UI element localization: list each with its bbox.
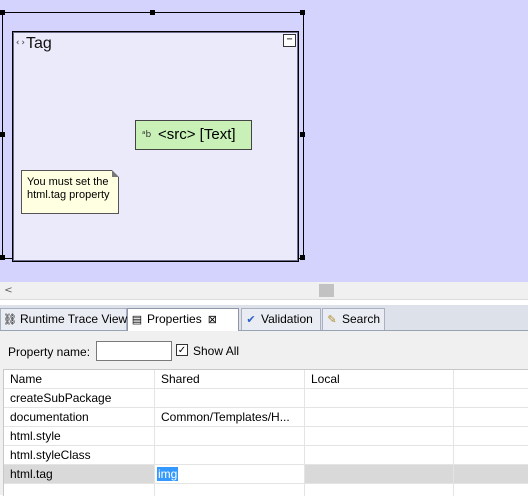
- resize-handle-se[interactable]: [300, 255, 305, 260]
- src-text-element[interactable]: ᵃb <src> [Text]: [135, 120, 252, 150]
- row-shared-cell-editing[interactable]: img: [155, 465, 305, 484]
- collapse-button[interactable]: −: [283, 34, 296, 47]
- scroll-left-arrow-icon[interactable]: <: [0, 282, 17, 299]
- tab-properties-label: Properties: [147, 312, 202, 326]
- row-shared-cell[interactable]: [155, 427, 305, 446]
- row-local-cell[interactable]: [305, 446, 454, 465]
- row-extra-cell: [454, 465, 528, 484]
- row-extra-cell: [454, 484, 528, 496]
- column-header-shared[interactable]: Shared: [155, 370, 305, 389]
- row-extra-cell: [454, 408, 528, 427]
- note-line-2: html.tag property: [27, 189, 110, 201]
- shared-value-editor[interactable]: img: [157, 467, 179, 481]
- row-name-cell[interactable]: html.styleClass: [4, 446, 155, 465]
- warning-note[interactable]: You must set the html.tag property: [21, 170, 119, 214]
- row-shared-cell[interactable]: [155, 446, 305, 465]
- row-extra-cell: [454, 389, 528, 408]
- validation-icon: ✔: [246, 314, 256, 326]
- column-header-empty: [454, 370, 528, 389]
- show-all-label: Show All: [193, 344, 240, 358]
- row-name-cell[interactable]: html.style: [4, 427, 155, 446]
- row-local-cell[interactable]: [305, 408, 454, 427]
- src-text-label: <src> [Text]: [158, 126, 236, 143]
- tag-title: Tag: [26, 35, 52, 52]
- note-line-1: You must set the: [27, 176, 109, 188]
- row-local-cell[interactable]: [305, 427, 454, 446]
- row-extra-cell: [454, 446, 528, 465]
- resize-handle-n[interactable]: [150, 10, 155, 15]
- row-name-cell[interactable]: [4, 484, 155, 496]
- column-header-local[interactable]: Local: [305, 370, 454, 389]
- resize-handle-w[interactable]: [0, 132, 5, 137]
- properties-panel: Property name: ✓ Show All Name Shared Lo…: [0, 331, 528, 496]
- resize-handle-sw[interactable]: [0, 255, 5, 260]
- runtime-trace-icon: ⛓: [3, 314, 17, 326]
- column-header-name[interactable]: Name: [4, 370, 155, 389]
- text-attribute-icon: ᵃb: [142, 130, 152, 140]
- note-fold-corner: [112, 170, 119, 177]
- tab-validation[interactable]: ✔ Validation: [241, 308, 321, 330]
- row-shared-cell[interactable]: [155, 389, 305, 408]
- tab-properties[interactable]: ▤ Properties ⊠: [127, 308, 239, 331]
- row-name-cell[interactable]: createSubPackage: [4, 389, 155, 408]
- row-extra-cell: [454, 427, 528, 446]
- view-tab-bar: ⛓ Runtime Trace View ▤ Properties ⊠ ✔ Valida…: [0, 305, 528, 331]
- tab-validation-label: Validation: [261, 312, 313, 326]
- row-local-cell[interactable]: [305, 484, 454, 496]
- horizontal-scrollbar[interactable]: <: [0, 282, 528, 300]
- resize-handle-nw[interactable]: [0, 10, 5, 15]
- resize-handle-e[interactable]: [300, 132, 305, 137]
- properties-icon: ▤: [131, 314, 143, 326]
- row-shared-cell[interactable]: Common/Templates/H...: [155, 408, 305, 427]
- selection-frame: ‹› Tag − ᵃb <src> [Text] You must set th…: [0, 10, 305, 262]
- tag-element[interactable]: ‹› Tag − ᵃb <src> [Text] You must set th…: [12, 31, 299, 262]
- property-name-input[interactable]: [96, 341, 172, 361]
- scroll-thumb[interactable]: [319, 284, 334, 297]
- tab-search[interactable]: ✎ Search: [322, 308, 385, 330]
- property-name-label: Property name:: [8, 345, 91, 359]
- resize-handle-ne[interactable]: [300, 10, 305, 15]
- tab-search-label: Search: [342, 312, 381, 326]
- diagram-canvas[interactable]: ‹› Tag − ᵃb <src> [Text] You must set th…: [0, 0, 528, 282]
- row-name-cell[interactable]: html.tag: [4, 465, 155, 484]
- properties-table: Name Shared Local createSubPackage docum…: [3, 369, 528, 496]
- row-shared-cell[interactable]: [155, 484, 305, 496]
- row-local-cell[interactable]: [305, 465, 454, 484]
- row-name-cell[interactable]: documentation: [4, 408, 155, 427]
- search-icon: ✎: [327, 314, 337, 326]
- row-local-cell[interactable]: [305, 389, 454, 408]
- tab-runtime-trace-label: Runtime Trace View: [20, 312, 128, 326]
- tag-code-icon: ‹›: [15, 38, 26, 48]
- tab-runtime-trace-view[interactable]: ⛓ Runtime Trace View: [0, 308, 127, 330]
- close-tab-icon[interactable]: ⊠: [208, 314, 217, 326]
- show-all-checkbox[interactable]: ✓: [176, 344, 188, 356]
